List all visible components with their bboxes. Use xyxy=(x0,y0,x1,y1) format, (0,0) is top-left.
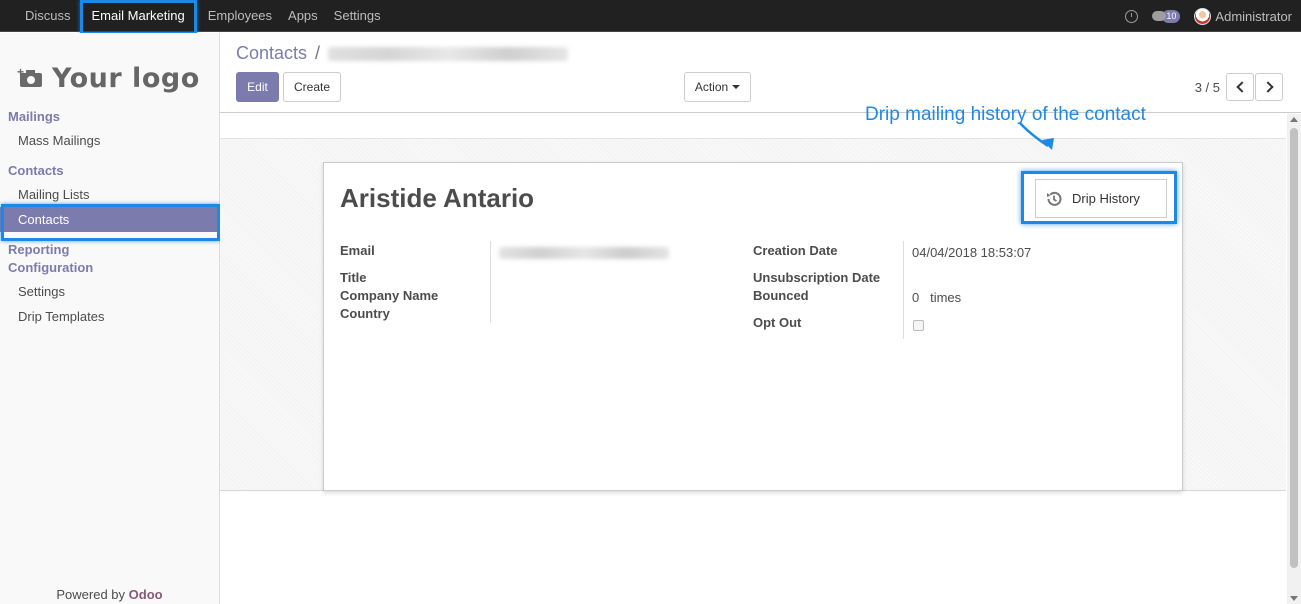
sidebar-item-mailing-lists[interactable]: Mailing Lists xyxy=(18,187,90,202)
bounced-unit: times xyxy=(930,290,962,305)
odoo-link[interactable]: Odoo xyxy=(129,587,163,602)
menu-settings[interactable]: Settings xyxy=(326,0,389,32)
bounced-value: 0 times xyxy=(912,290,961,305)
vertical-scrollbar[interactable] xyxy=(1287,114,1301,604)
drip-history-label: Drip History xyxy=(1072,191,1140,206)
sidebar-item-contacts[interactable]: Contacts xyxy=(0,204,220,241)
breadcrumb-separator: / xyxy=(315,43,321,63)
column-divider-left xyxy=(490,241,491,323)
contact-name: Aristide Antario xyxy=(340,183,535,213)
chevron-right-icon xyxy=(1261,81,1274,93)
annotation-label: Drip mailing history of the contact xyxy=(865,104,1146,125)
create-button[interactable]: Create xyxy=(283,72,341,102)
logo-text: Your logo xyxy=(52,62,200,94)
creation-date-value: 04/04/2018 18:53:07 xyxy=(912,245,1032,260)
sidebar-item-drip-templates[interactable]: Drip Templates xyxy=(18,309,104,324)
label-opt-out: Opt Out xyxy=(753,315,802,330)
pager-next-button[interactable] xyxy=(1255,73,1283,101)
control-panel: Contacts / Edit Create Action 3 / 5 xyxy=(220,33,1301,113)
menu-email-marketing[interactable]: Email Marketing xyxy=(79,0,197,35)
sidebar-section-contacts[interactable]: Contacts xyxy=(8,163,64,178)
sidebar-item-settings[interactable]: Settings xyxy=(18,284,65,299)
bounced-count: 0 xyxy=(912,290,920,305)
activity-clock-icon[interactable] xyxy=(1125,9,1139,23)
sidebar-section-mailings[interactable]: Mailings xyxy=(8,109,60,124)
label-company-name: Company Name xyxy=(340,288,439,303)
label-creation-date: Creation Date xyxy=(753,243,838,258)
user-menu[interactable]: Administrator xyxy=(1194,7,1292,25)
scrollbar-thumb[interactable] xyxy=(1290,128,1298,568)
label-bounced: Bounced xyxy=(753,288,809,303)
breadcrumb-contacts[interactable]: Contacts xyxy=(236,43,307,64)
drip-history-button[interactable]: Drip History xyxy=(1035,179,1167,218)
top-navbar: Discuss Email Marketing Employees Apps S… xyxy=(0,0,1301,35)
scroll-up-arrow-icon[interactable] xyxy=(1290,117,1298,122)
chevron-left-icon xyxy=(1235,81,1248,93)
menu-discuss[interactable]: Discuss xyxy=(0,0,79,32)
user-name: Administrator xyxy=(1215,8,1292,24)
pager-previous-button[interactable] xyxy=(1226,73,1254,101)
action-label: Action xyxy=(694,80,729,94)
camera-plus-icon: + xyxy=(17,65,44,87)
sidebar-section-configuration[interactable]: Configuration xyxy=(8,260,93,275)
form-sheet: Drip History Aristide Antario Email Titl… xyxy=(323,162,1183,491)
powered-by: Powered by Odoo xyxy=(0,587,219,602)
breadcrumb: Contacts / xyxy=(236,43,569,64)
app-menu: Discuss Email Marketing Employees Apps S… xyxy=(0,0,389,35)
messaging-menu[interactable]: 10 xyxy=(1152,9,1181,23)
sidebar-section-reporting[interactable]: Reporting xyxy=(8,242,69,257)
form-view: Drip History Aristide Antario Email Titl… xyxy=(220,114,1286,604)
sheet-background: Drip History Aristide Antario Email Titl… xyxy=(220,138,1286,491)
history-icon xyxy=(1044,189,1064,209)
label-title: Title xyxy=(340,270,367,285)
chat-bubble-icon xyxy=(1152,11,1167,21)
user-avatar xyxy=(1194,7,1212,25)
label-country: Country xyxy=(340,306,390,321)
label-unsubscription-date: Unsubscription Date xyxy=(753,270,881,285)
scroll-down-arrow-icon[interactable] xyxy=(1290,596,1298,601)
action-dropdown[interactable]: Action xyxy=(684,72,751,102)
sidebar-item-mass-mailings[interactable]: Mass Mailings xyxy=(18,133,100,148)
menu-apps[interactable]: Apps xyxy=(280,0,326,32)
breadcrumb-record-blurred xyxy=(328,46,569,61)
sidebar: + Your logo Mailings Mass Mailings Conta… xyxy=(0,33,220,604)
edit-button[interactable]: Edit xyxy=(236,72,279,102)
systray: 10 Administrator xyxy=(1125,0,1292,32)
powered-by-text: Powered by xyxy=(56,587,126,602)
opt-out-checkbox[interactable] xyxy=(913,320,924,331)
company-logo[interactable]: + Your logo xyxy=(17,53,200,103)
label-email: Email xyxy=(340,243,375,258)
column-divider-right xyxy=(903,241,904,339)
pager-value[interactable]: 3 / 5 xyxy=(1195,80,1220,95)
menu-employees[interactable]: Employees xyxy=(200,0,280,32)
email-value-blurred xyxy=(499,247,669,259)
caret-down-icon xyxy=(732,85,741,89)
